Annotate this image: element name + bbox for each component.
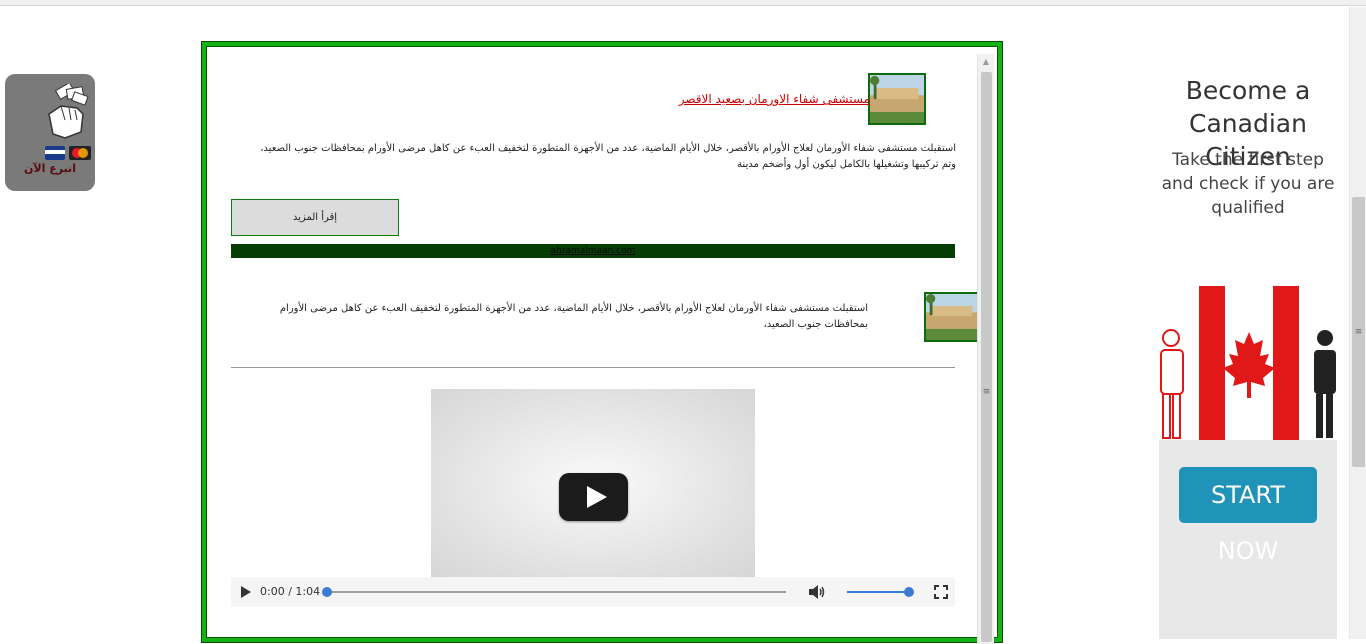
video-poster[interactable] (431, 389, 755, 577)
payment-cards-icon (45, 146, 91, 160)
site-link-bar: ahramalmaan.com (231, 244, 955, 258)
browser-top-edge (0, 0, 1366, 6)
donate-widget[interactable]: انبرع الآن (5, 74, 95, 191)
page-scrollbar[interactable]: ≡ (1349, 7, 1366, 639)
widget-scrollbar[interactable]: ▲ ≡ (977, 54, 994, 644)
time-display: 0:00 / 1:04 (260, 585, 321, 598)
audio-controls: 0:00 / 1:04 (231, 577, 955, 607)
news-widget-frame: مستشفى شفاء الاورمان بصعيد الاقصر استقبل… (201, 41, 1003, 644)
scroll-grip-icon: ≡ (982, 387, 991, 397)
site-link[interactable]: ahramalmaan.com (551, 246, 636, 256)
news-widget-content: مستشفى شفاء الاورمان بصعيد الاقصر استقبل… (206, 46, 998, 638)
progress-track[interactable] (326, 591, 786, 593)
volume-slider[interactable] (847, 591, 909, 593)
progress-knob[interactable] (322, 587, 332, 597)
ad-body: Take the first step and check if you are… (1161, 150, 1335, 218)
widget-scroll-thumb[interactable] (981, 72, 992, 642)
scroll-up-icon[interactable]: ▲ (978, 54, 994, 70)
article-title-link[interactable]: مستشفى شفاء الاورمان بصعيد الاقصر (670, 92, 870, 106)
volume-knob[interactable] (904, 587, 914, 597)
article-summary: استقبلت مستشفى شفاء الأورمان لعلاج الأور… (260, 143, 956, 170)
divider (231, 367, 955, 368)
article-thumbnail[interactable] (868, 73, 926, 125)
play-overlay-icon[interactable] (559, 473, 628, 521)
read-more-button[interactable]: إقرأ المزيد (231, 199, 399, 236)
page-scroll-grip-icon: ≡ (1354, 327, 1363, 337)
start-now-button[interactable]: START NOW (1179, 467, 1317, 565)
play-icon[interactable] (241, 586, 251, 598)
article-thumbnail-2[interactable] (924, 292, 979, 342)
advertisement[interactable]: Become a Canadian Citizen Take the first… (1159, 60, 1337, 639)
article-summary-2: استقبلت مستشفى شفاء الأورمان لعلاج الأور… (279, 303, 868, 330)
hand-holding-money-icon (48, 84, 89, 139)
fullscreen-icon[interactable] (934, 585, 948, 599)
donate-label: انبرع الآن (24, 162, 76, 175)
volume-icon[interactable] (808, 584, 826, 600)
canadian-flag-people-icon (1160, 286, 1336, 440)
